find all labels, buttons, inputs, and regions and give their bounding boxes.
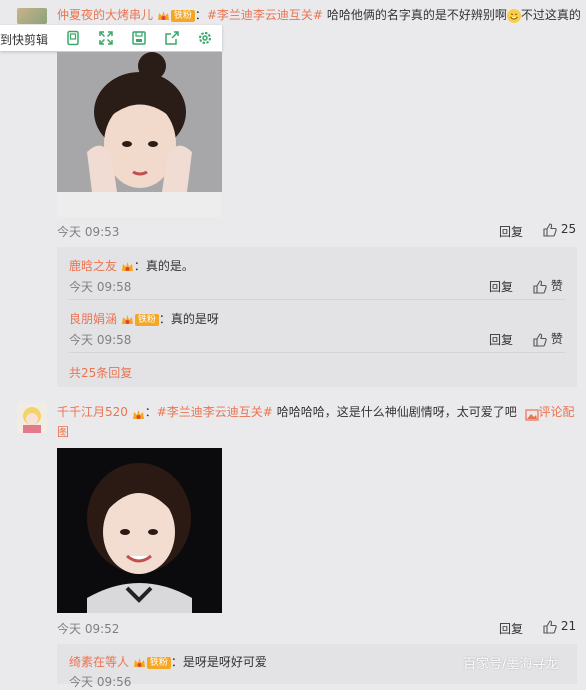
reply-timestamp: 今天 09:58: [69, 333, 132, 347]
like-count: 25: [560, 222, 577, 236]
timestamp: 今天 09:53: [57, 225, 120, 239]
comment-text: 哈哈哈哈，这是什么神仙剧情呀，太可爱了吧: [272, 405, 517, 419]
topic-link[interactable]: #李兰迪李云迪互关#: [207, 8, 323, 22]
laugh-emoji-icon: [506, 8, 521, 23]
image-icon: [524, 407, 539, 421]
reply-item: 绮素在等人 铁粉 ：是呀是呀好可爱: [69, 653, 267, 670]
comment-header: 千千江月520 ：#李兰迪李云迪互关# 哈哈哈哈，这是什么神仙剧情呀，太可爱了吧…: [57, 405, 575, 439]
crown-icon: [121, 261, 134, 273]
reply-username[interactable]: 鹿晗之友: [69, 259, 117, 273]
fan-badge: 铁粉: [146, 656, 171, 669]
reply-text: ：真的是呀: [158, 312, 219, 326]
thumbs-up-icon: [543, 619, 557, 634]
thumbs-up-icon: [533, 332, 547, 347]
like-label: 赞: [550, 279, 563, 293]
floating-toolbar: 到快剪辑: [0, 25, 222, 51]
reply-button[interactable]: 回复: [489, 331, 513, 348]
fan-badge: 铁粉: [134, 313, 159, 326]
topic-link[interactable]: #李兰迪李云迪互关#: [157, 405, 273, 419]
comment-header: 仲夏夜的大烤串儿 铁粉 ：#李兰迪李云迪互关# 哈哈他俩的名字真的是不好辨别啊 不…: [57, 8, 581, 23]
crown-icon: [121, 314, 134, 326]
thumbs-up-icon: [533, 279, 547, 294]
toolbar-label[interactable]: 到快剪辑: [0, 31, 48, 48]
avatar[interactable]: [17, 8, 47, 24]
avatar[interactable]: [17, 403, 47, 433]
reply-username[interactable]: 绮素在等人: [69, 655, 129, 669]
save-icon[interactable]: [131, 30, 147, 46]
copy-icon[interactable]: [65, 30, 81, 46]
divider: [69, 352, 565, 353]
reply-timestamp: 今天 09:58: [69, 280, 132, 294]
reply-text: ：真的是。: [133, 259, 194, 273]
timestamp: 今天 09:52: [57, 622, 120, 636]
more-replies-link[interactable]: 共25条回复: [69, 364, 132, 381]
like-button[interactable]: 赞: [533, 277, 563, 294]
reply-text: ：是呀是呀好可爱: [170, 655, 267, 669]
reply-button[interactable]: 回复: [489, 278, 513, 295]
expand-icon[interactable]: [98, 30, 114, 46]
comment-image[interactable]: [57, 448, 222, 613]
fan-badge: 铁粉: [170, 9, 195, 22]
reply-item: 鹿晗之友 ：真的是。: [69, 257, 194, 274]
reply-item: 良朋娟涵 铁粉 ：真的是呀: [69, 310, 219, 327]
comment-text-cont: 不过这真的: [520, 8, 581, 22]
crown-icon: [133, 657, 146, 669]
like-count: 21: [560, 619, 577, 633]
crown-icon: [132, 407, 145, 419]
reply-button[interactable]: 回复: [499, 223, 523, 240]
like-button[interactable]: 21: [543, 619, 576, 634]
username-link[interactable]: 千千江月520: [57, 405, 128, 419]
like-label: 赞: [550, 332, 563, 346]
watermark: 百家号/墨海寻龙: [463, 657, 559, 672]
reply-username[interactable]: 良朋娟涵: [69, 312, 117, 326]
share-icon[interactable]: [164, 30, 180, 46]
like-button[interactable]: 25: [543, 222, 576, 237]
comment-text: 哈哈他俩的名字真的是不好辨别啊: [323, 8, 507, 22]
like-button[interactable]: 赞: [533, 330, 563, 347]
crown-icon: [157, 10, 170, 22]
reply-box: 鹿晗之友 ：真的是。 今天 09:58 回复 赞 良朋娟涵 铁粉 ：真的是呀 今天…: [57, 247, 577, 387]
reply-button[interactable]: 回复: [499, 620, 523, 637]
settings-icon[interactable]: [197, 30, 213, 46]
comment-image[interactable]: [57, 52, 222, 217]
username-link[interactable]: 仲夏夜的大烤串儿: [57, 8, 153, 22]
thumbs-up-icon: [543, 222, 557, 237]
reply-timestamp: 今天 09:56: [69, 675, 132, 689]
divider: [69, 299, 565, 300]
